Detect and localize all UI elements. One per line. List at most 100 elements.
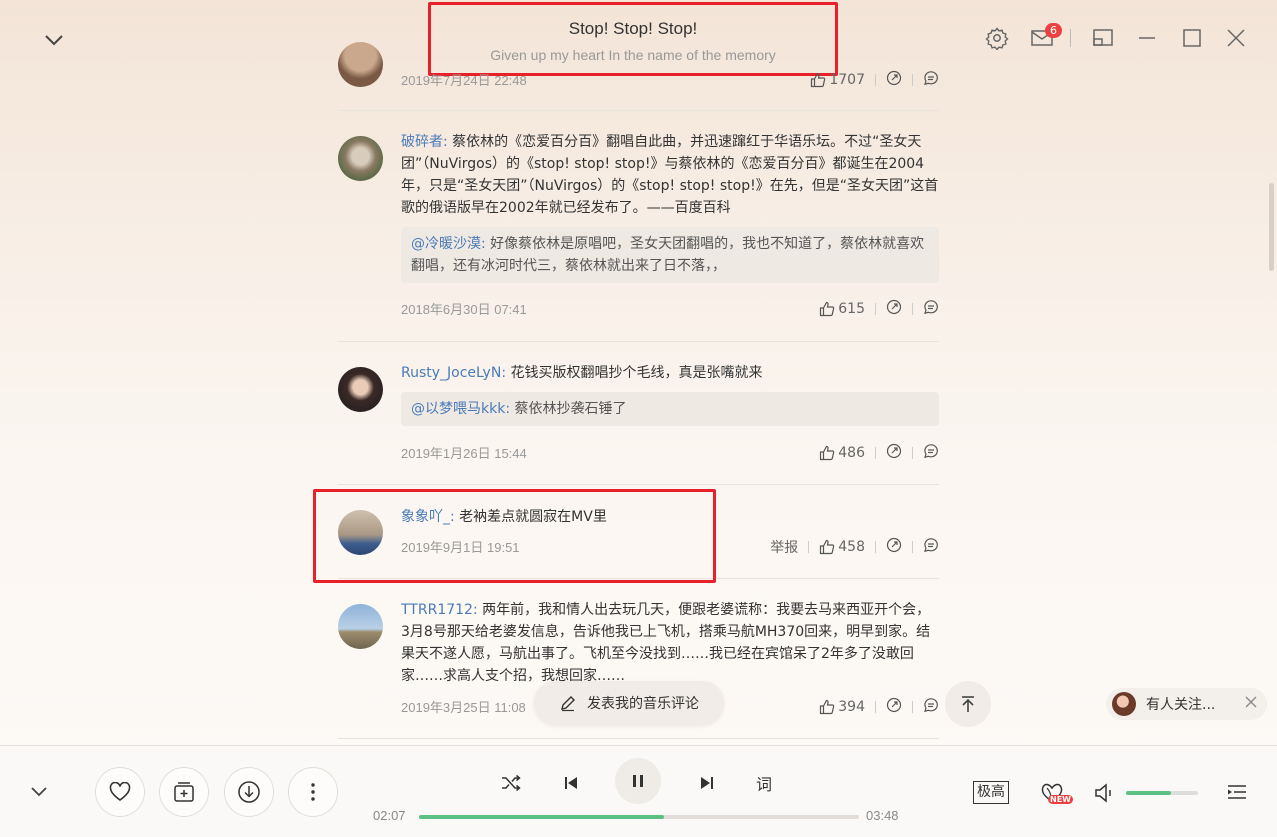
- volume-button[interactable]: [1093, 781, 1115, 805]
- comment-body: TTRR1712: 两年前，我和情人出去玩几天，便跟老婆谎称：我要去马来西亚开个…: [401, 602, 931, 683]
- avatar[interactable]: [338, 367, 383, 412]
- previous-button[interactable]: [559, 771, 583, 795]
- progress-bar[interactable]: [419, 815, 859, 819]
- playlist-icon: [1228, 785, 1246, 799]
- pause-icon: [633, 775, 643, 787]
- mail-count-badge: 6: [1045, 23, 1062, 38]
- collapse-page-button[interactable]: [40, 28, 68, 52]
- comment-icon: [924, 444, 938, 459]
- avatar: [1112, 692, 1136, 716]
- comment-time: 2019年1月26日 15:44: [401, 446, 527, 461]
- quoted-reply: @冷暖沙漠: 好像蔡依林是原唱吧，圣女天团翻唱的，我也不知道了，蔡依林就喜欢翻唱…: [401, 227, 939, 283]
- more-vertical-icon: [311, 783, 315, 801]
- comment-username[interactable]: Rusty_JoceLyN: [401, 365, 501, 381]
- comment-item: 2019年7月24日 22:48 1707: [338, 0, 939, 111]
- back-to-top-button[interactable]: [945, 681, 991, 727]
- comment-item: Rusty_JoceLyN: 花钱买版权翻唱抄个毛线，真是张嘴就来 @以梦喂马k…: [338, 342, 939, 485]
- report-button[interactable]: 举报: [770, 537, 798, 557]
- comment-time: 2018年6月30日 07:41: [401, 302, 527, 317]
- share-button[interactable]: [886, 299, 902, 319]
- comment-meta: 2019年1月26日 15:44 486: [401, 443, 939, 463]
- reply-button[interactable]: [923, 70, 939, 90]
- next-button[interactable]: [695, 771, 719, 795]
- reply-text: 好像蔡依林是原唱吧，圣女天团翻唱的，我也不知道了，蔡依林就喜欢翻唱，还有冰河时代…: [411, 236, 925, 274]
- like-count: 458: [838, 539, 865, 555]
- like-count: 486: [838, 445, 865, 461]
- comment-icon: [924, 538, 938, 553]
- thumb-up-icon: [820, 301, 835, 317]
- mini-mode-button[interactable]: [1091, 26, 1115, 50]
- follow-notification[interactable]: 有人关注...: [1106, 688, 1267, 720]
- share-icon: [886, 697, 902, 713]
- speaker-icon: [1095, 783, 1111, 803]
- volume-slider[interactable]: [1126, 791, 1198, 795]
- gear-icon: [985, 27, 1009, 51]
- reply-button[interactable]: [923, 537, 939, 557]
- collapse-player-button[interactable]: [25, 780, 53, 804]
- maximize-icon: [1183, 29, 1201, 47]
- reply-username[interactable]: @冷暖沙漠: [411, 236, 481, 252]
- comment-username[interactable]: 破碎者: [401, 134, 443, 150]
- write-comment-label: 发表我的音乐评论: [587, 696, 699, 712]
- comment-body: Rusty_JoceLyN: 花钱买版权翻唱抄个毛线，真是张嘴就来 @以梦喂马k…: [401, 362, 939, 426]
- scrollbar[interactable]: [1269, 183, 1274, 271]
- comment-item: 破碎者: 蔡依林的《恋爱百分百》翻唱自此曲，并迅速蹿红于华语乐坛。不过“圣女天团…: [338, 111, 939, 342]
- maximize-button[interactable]: [1180, 26, 1204, 50]
- more-button[interactable]: [288, 767, 338, 817]
- download-button[interactable]: [224, 767, 274, 817]
- close-window-button[interactable]: [1224, 26, 1248, 50]
- add-to-playlist-button[interactable]: [159, 767, 209, 817]
- avatar[interactable]: [338, 136, 383, 181]
- current-time: 02:07: [373, 808, 406, 823]
- comment-meta: 2018年6月30日 07:41 615: [401, 299, 939, 319]
- write-comment-button[interactable]: 发表我的音乐评论: [534, 681, 724, 725]
- chevron-down-icon: [45, 35, 63, 46]
- comment-time: 2019年3月25日 11:08: [401, 700, 526, 715]
- reply-username[interactable]: @以梦喂马kkk: [411, 401, 505, 417]
- share-icon: [886, 299, 902, 315]
- reply-button[interactable]: [923, 443, 939, 463]
- like-button[interactable]: 1707: [810, 72, 865, 88]
- share-icon: [886, 443, 902, 459]
- pencil-icon: [561, 696, 575, 712]
- comment-list: 2019年7月24日 22:48 1707 破碎者: 蔡依林的《恋爱百分百》翻唱…: [338, 0, 939, 745]
- share-icon: [886, 70, 902, 86]
- like-button[interactable]: 394: [819, 699, 865, 715]
- progress-fill: [419, 815, 665, 819]
- like-button[interactable]: 458: [819, 539, 865, 555]
- reply-button[interactable]: [923, 697, 939, 717]
- like-song-button[interactable]: [95, 767, 145, 817]
- close-icon: [1245, 696, 1257, 708]
- like-button[interactable]: 615: [819, 301, 865, 317]
- follow-notification-text: 有人关注...: [1146, 697, 1216, 713]
- comment-icon: [924, 698, 938, 713]
- like-count: 615: [838, 301, 865, 317]
- playlist-button[interactable]: [1225, 781, 1249, 805]
- minimize-button[interactable]: [1135, 26, 1159, 50]
- pause-button[interactable]: [615, 758, 661, 804]
- share-button[interactable]: [886, 537, 902, 557]
- close-notification-button[interactable]: [1245, 696, 1257, 712]
- comment-username[interactable]: TTRR1712: [401, 602, 473, 618]
- volume-fill: [1126, 791, 1172, 795]
- chevron-down-icon: [31, 787, 47, 797]
- shuffle-button[interactable]: [499, 771, 523, 795]
- like-button[interactable]: 486: [819, 445, 865, 461]
- quality-button[interactable]: 极高: [973, 781, 1009, 804]
- skip-forward-icon: [701, 777, 713, 789]
- new-badge: NEW: [1048, 795, 1073, 804]
- avatar[interactable]: [338, 42, 383, 87]
- comment-meta: 2019年7月24日 22:48 1707: [401, 70, 939, 90]
- share-button[interactable]: [886, 443, 902, 463]
- settings-button[interactable]: [985, 26, 1009, 51]
- share-icon: [886, 537, 902, 553]
- comment-text: 花钱买版权翻唱抄个毛线，真是张嘴就来: [510, 365, 763, 381]
- mini-mode-icon: [1093, 29, 1113, 46]
- lyrics-button[interactable]: 词: [756, 771, 772, 795]
- reply-button[interactable]: [923, 299, 939, 319]
- close-icon: [1227, 29, 1245, 47]
- avatar[interactable]: [338, 604, 383, 649]
- share-button[interactable]: [886, 697, 902, 717]
- highlight-annotation: [313, 489, 716, 583]
- share-button[interactable]: [886, 70, 902, 90]
